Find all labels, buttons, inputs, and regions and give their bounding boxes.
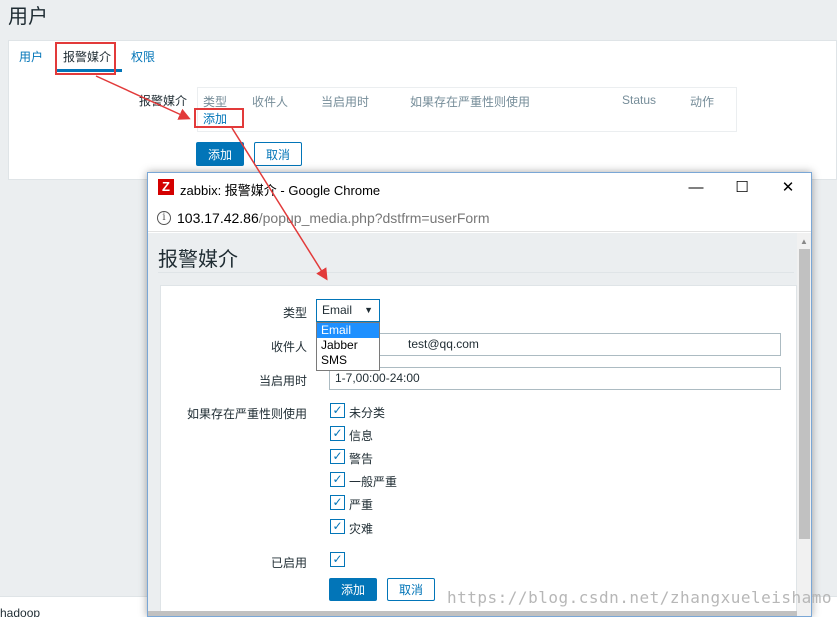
zabbix-logo-icon: Z xyxy=(158,179,174,195)
when-active-label: 当启用时 xyxy=(258,374,307,388)
type-option-sms[interactable]: SMS xyxy=(317,353,379,368)
severity-checkbox-2[interactable]: ✓ xyxy=(330,449,345,464)
recipient-input[interactable]: test@qq.com xyxy=(329,333,781,356)
add-button[interactable]: 添加 xyxy=(196,142,244,166)
hadoop-text: hadoop xyxy=(0,606,41,617)
severity-checkbox-1[interactable]: ✓ xyxy=(330,426,345,441)
type-dropdown-list: Email Jabber SMS xyxy=(316,322,380,371)
when-active-input[interactable]: 1-7,00:00-24:00 xyxy=(329,367,781,390)
horizontal-scrollbar[interactable] xyxy=(148,611,797,616)
severity-label-5: 灾难 xyxy=(349,522,374,536)
vertical-scrollbar[interactable]: ▲ xyxy=(797,233,811,616)
severity-label-0: 未分类 xyxy=(349,406,386,420)
enabled-label: 已启用 xyxy=(270,556,307,570)
recipient-label: 收件人 xyxy=(270,340,307,354)
severity-checkbox-0[interactable]: ✓ xyxy=(330,403,345,418)
divider xyxy=(158,272,794,273)
type-option-email[interactable]: Email xyxy=(317,323,379,338)
type-label: 类型 xyxy=(282,306,307,320)
popup-heading: 报警媒介 xyxy=(158,249,238,271)
column-header-severity: 如果存在严重性则使用 xyxy=(410,95,531,109)
address-bar[interactable]: i 103.17.42.86/popup_media.php?dstfrm=us… xyxy=(148,204,811,232)
severity-label-1: 信息 xyxy=(349,429,374,443)
severity-checkbox-5[interactable]: ✓ xyxy=(330,519,345,534)
window-title: zabbix: 报警媒介 - Google Chrome xyxy=(180,183,381,198)
minimize-icon[interactable]: — xyxy=(673,176,719,200)
page-title: 用户 xyxy=(8,6,48,28)
maximize-icon[interactable]: ☐ xyxy=(719,176,765,200)
popup-window: Z zabbix: 报警媒介 - Google Chrome — ☐ ✕ i 1… xyxy=(147,172,812,617)
severity-checkbox-3[interactable]: ✓ xyxy=(330,472,345,487)
watermark: https://blog.csdn.net/zhangxueleishamo xyxy=(447,588,833,607)
annotation-box-add-link xyxy=(194,108,244,128)
scroll-up-icon[interactable]: ▲ xyxy=(800,237,808,246)
column-header-action: 动作 xyxy=(690,95,715,109)
popup-content: 报警媒介 类型 收件人 当启用时 如果存在严重性则使用 已启用 test@qq.… xyxy=(148,233,797,616)
dropdown-caret-icon: ▼ xyxy=(364,305,373,315)
tab-permissions[interactable]: 权限 xyxy=(131,48,155,65)
media-field-label: 报警媒介 xyxy=(139,94,188,108)
info-icon[interactable]: i xyxy=(157,211,171,225)
media-form: 类型 收件人 当启用时 如果存在严重性则使用 已启用 test@qq.com 1… xyxy=(160,285,797,616)
type-select[interactable]: Email ▼ xyxy=(316,299,380,322)
enabled-checkbox[interactable]: ✓ xyxy=(330,552,345,567)
column-header-recipient: 收件人 xyxy=(252,95,289,109)
tab-user[interactable]: 用户 xyxy=(19,48,43,65)
type-option-jabber[interactable]: Jabber xyxy=(317,338,379,353)
severity-label-2: 警告 xyxy=(349,452,374,466)
popup-add-button[interactable]: 添加 xyxy=(329,578,377,601)
severity-checkbox-4[interactable]: ✓ xyxy=(330,495,345,510)
annotation-box-media-tab xyxy=(55,42,116,75)
url-text[interactable]: 103.17.42.86/popup_media.php?dstfrm=user… xyxy=(177,210,489,226)
user-form-panel: 用户 报警媒介 权限 报警媒介 类型 收件人 当启用时 如果存在严重性则使用 S… xyxy=(8,40,837,180)
severity-label-3: 一般严重 xyxy=(349,475,398,489)
media-table: 类型 收件人 当启用时 如果存在严重性则使用 Status 动作 添加 xyxy=(197,87,737,132)
scrollbar-thumb[interactable] xyxy=(799,249,810,539)
cancel-button[interactable]: 取消 xyxy=(254,142,302,166)
column-header-status: Status xyxy=(622,93,657,107)
severity-label-4: 严重 xyxy=(349,498,374,512)
column-header-when-active: 当启用时 xyxy=(321,95,370,109)
popup-cancel-button[interactable]: 取消 xyxy=(387,578,435,601)
severity-label: 如果存在严重性则使用 xyxy=(186,407,307,421)
close-icon[interactable]: ✕ xyxy=(765,176,811,200)
window-titlebar: Z zabbix: 报警媒介 - Google Chrome — ☐ ✕ xyxy=(148,173,811,203)
